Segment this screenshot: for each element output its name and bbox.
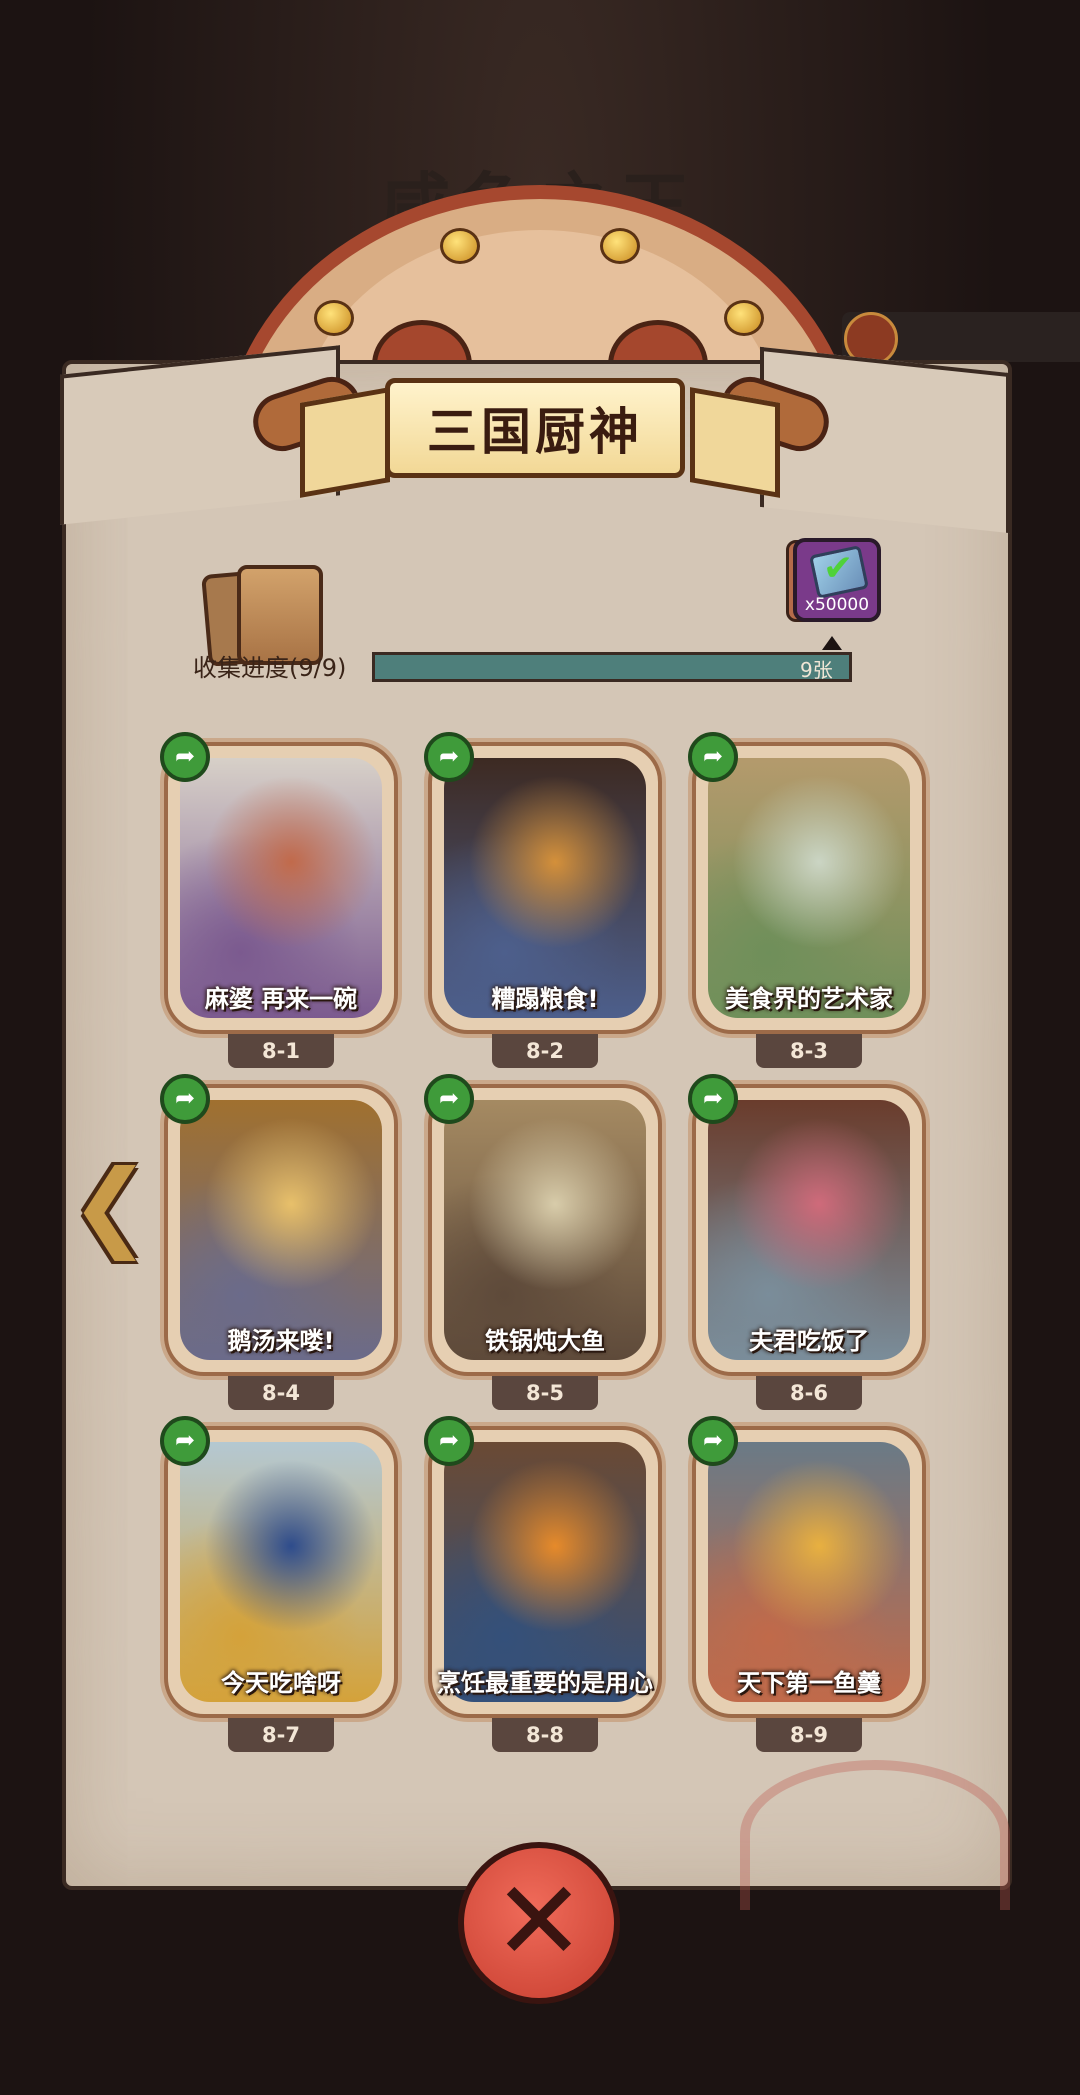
card-caption: 鹅汤来喽!: [227, 1327, 335, 1355]
collection-card[interactable]: 天下第一鱼羹: [692, 1426, 926, 1718]
card-caption: 麻婆 再来一碗: [204, 985, 358, 1013]
collection-card[interactable]: 烹饪最重要的是用心: [428, 1426, 662, 1718]
card-number: 8-7: [228, 1718, 334, 1752]
card-caption: 铁锅炖大鱼: [485, 1327, 605, 1355]
collection-card[interactable]: 今天吃啥呀: [164, 1426, 398, 1718]
ribbon-tail: [300, 387, 390, 498]
reward-chest-button[interactable]: ✔ x50000: [793, 538, 881, 622]
ribbon-tail: [690, 387, 780, 498]
card-number: 8-3: [756, 1034, 862, 1068]
knob-icon: [724, 300, 764, 336]
title-ribbon: 三国厨神: [385, 378, 685, 478]
page-title: 三国厨神: [427, 403, 643, 461]
share-arrow-icon[interactable]: ➦: [688, 732, 738, 782]
collection-card[interactable]: 鹅汤来喽!: [164, 1084, 398, 1376]
share-arrow-icon[interactable]: ➦: [160, 732, 210, 782]
progress-label: 收集进度(9/9): [193, 654, 347, 682]
card-caption: 夫君吃饭了: [749, 1327, 869, 1355]
share-arrow-icon[interactable]: ➦: [424, 1416, 474, 1466]
collection-card[interactable]: 美食界的艺术家: [692, 742, 926, 1034]
card-caption: 糟蹋粮食!: [491, 985, 599, 1013]
progress-count: 9张: [800, 658, 833, 682]
close-button[interactable]: ✕: [458, 1842, 620, 2004]
share-arrow-icon[interactable]: ➦: [688, 1416, 738, 1466]
close-icon: ✕: [492, 1857, 586, 1985]
progress-marker: [822, 636, 842, 650]
card-caption: 美食界的艺术家: [725, 985, 893, 1013]
card-number: 8-2: [492, 1034, 598, 1068]
share-arrow-icon[interactable]: ➦: [688, 1074, 738, 1124]
progress-fill: [375, 655, 849, 679]
card-caption: 今天吃啥呀: [221, 1669, 341, 1697]
collection-card[interactable]: 糟蹋粮食!: [428, 742, 662, 1034]
share-arrow-icon[interactable]: ➦: [160, 1074, 210, 1124]
card-number: 8-4: [228, 1376, 334, 1410]
collection-card[interactable]: 夫君吃饭了: [692, 1084, 926, 1376]
card-number: 8-9: [756, 1718, 862, 1752]
check-icon: ✔: [823, 548, 854, 589]
card-number: 8-6: [756, 1376, 862, 1410]
card-caption: 烹饪最重要的是用心: [437, 1669, 653, 1697]
collection-card[interactable]: 铁锅炖大鱼: [428, 1084, 662, 1376]
seal-stamp: [740, 1760, 1010, 1910]
knob-icon: [440, 228, 480, 264]
card-number: 8-5: [492, 1376, 598, 1410]
card-caption: 天下第一鱼羹: [737, 1669, 881, 1697]
share-arrow-icon[interactable]: ➦: [160, 1416, 210, 1466]
share-arrow-icon[interactable]: ➦: [424, 1074, 474, 1124]
card-number: 8-1: [228, 1034, 334, 1068]
chevron-left-icon[interactable]: ❮: [70, 1150, 150, 1260]
knob-icon: [600, 228, 640, 264]
collection-card[interactable]: 麻婆 再来一碗: [164, 742, 398, 1034]
reward-quantity: x50000: [804, 595, 870, 615]
share-arrow-icon[interactable]: ➦: [424, 732, 474, 782]
knob-icon: [314, 300, 354, 336]
card-number: 8-8: [492, 1718, 598, 1752]
